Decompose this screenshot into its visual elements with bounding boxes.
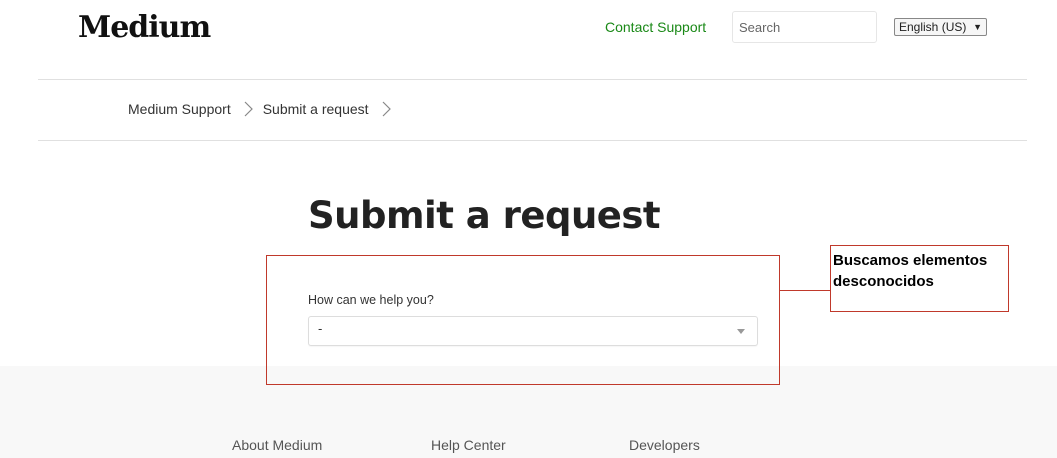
annotation-note-line2: desconocidos <box>833 273 934 290</box>
breadcrumb-divider <box>38 140 1027 141</box>
header-divider <box>38 79 1027 80</box>
annotation-highlight-box <box>266 255 780 385</box>
breadcrumb: Medium Support Submit a request <box>128 101 401 117</box>
page-title: Submit a request <box>308 194 661 237</box>
footer-link-developers[interactable]: Developers <box>629 437 700 453</box>
chevron-right-icon <box>382 101 391 117</box>
medium-logo[interactable]: Medium <box>78 10 211 45</box>
caret-down-icon: ▼ <box>973 22 982 32</box>
search-input[interactable] <box>732 11 877 43</box>
footer-link-help-center[interactable]: Help Center <box>431 437 506 453</box>
language-select[interactable]: English (US) ▼ <box>894 18 987 36</box>
annotation-note-line1: Buscamos elementos <box>833 252 988 269</box>
language-select-value: English (US) <box>899 20 967 34</box>
breadcrumb-item-medium-support[interactable]: Medium Support <box>128 101 231 117</box>
annotation-connector-line <box>780 290 830 291</box>
chevron-right-icon <box>244 101 253 117</box>
contact-support-link[interactable]: Contact Support <box>605 19 706 35</box>
annotation-note: Buscamos elementos desconocidos <box>830 245 1009 312</box>
footer-link-about[interactable]: About Medium <box>232 437 322 453</box>
breadcrumb-item-submit-request[interactable]: Submit a request <box>263 101 369 117</box>
